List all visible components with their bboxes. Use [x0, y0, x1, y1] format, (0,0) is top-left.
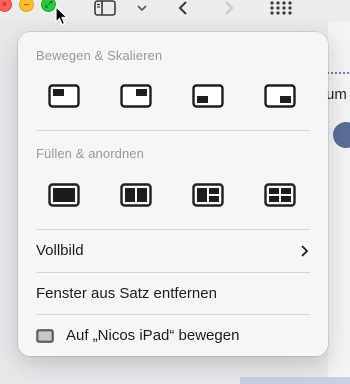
arrange-three-panes-icon[interactable]	[192, 183, 224, 207]
back-arrow-icon[interactable]	[176, 0, 190, 16]
menu-divider	[36, 314, 310, 315]
chevron-down-icon[interactable]	[136, 0, 148, 16]
tile-right-half-icon[interactable]	[120, 84, 152, 108]
sidebar-toggle-icon[interactable]	[94, 0, 116, 16]
minimize-icon: –	[23, 0, 29, 9]
menu-item-remove-from-set[interactable]: Fenster aus Satz entfernen	[36, 283, 310, 305]
menu-item-label: Vollbild	[36, 242, 84, 259]
arrange-two-columns-icon[interactable]	[120, 183, 152, 207]
menu-divider	[36, 272, 310, 273]
menu-item-move-to-ipad[interactable]: Auf „Nicos iPad“ bewegen	[36, 325, 310, 347]
fill-arrange-tiles	[18, 183, 328, 213]
partial-page-text: um	[326, 86, 347, 103]
menu-item-label: Fenster aus Satz entfernen	[36, 285, 217, 302]
chevron-right-icon	[300, 240, 310, 269]
page-content-edge	[328, 22, 350, 384]
tile-bottom-right-icon[interactable]	[264, 84, 296, 108]
window-toolbar: × – ⤢	[0, 0, 350, 22]
tile-left-half-icon[interactable]	[48, 84, 80, 108]
menu-divider	[36, 229, 310, 230]
menu-item-label: Auf „Nicos iPad“ bewegen	[66, 327, 240, 344]
close-icon: ×	[1, 0, 8, 9]
section-header-move-resize: Bewegen & Skalieren	[36, 48, 163, 63]
page-bottom-bar	[240, 377, 350, 384]
menu-divider	[36, 130, 310, 131]
section-header-fill-arrange: Füllen & anordnen	[36, 146, 144, 161]
menu-item-fullscreen[interactable]: Vollbild	[36, 240, 310, 262]
zoom-icon: ⤢	[44, 0, 53, 9]
close-window-button[interactable]: ×	[0, 0, 12, 12]
fill-full-icon[interactable]	[48, 183, 80, 207]
move-resize-tiles	[18, 84, 328, 114]
window-tiling-menu: Bewegen & Skalieren Füllen & anordnen Vo…	[18, 32, 328, 356]
zoom-window-button[interactable]: ⤢	[41, 0, 56, 12]
minimize-window-button[interactable]: –	[19, 0, 34, 12]
arrange-four-grid-icon[interactable]	[264, 183, 296, 207]
forward-arrow-icon[interactable]	[222, 0, 236, 16]
tile-bottom-left-icon[interactable]	[192, 84, 224, 108]
dotted-divider	[327, 72, 349, 74]
grid-view-icon[interactable]	[270, 0, 292, 16]
mouse-pointer-icon	[55, 6, 69, 26]
ipad-icon	[36, 329, 54, 343]
